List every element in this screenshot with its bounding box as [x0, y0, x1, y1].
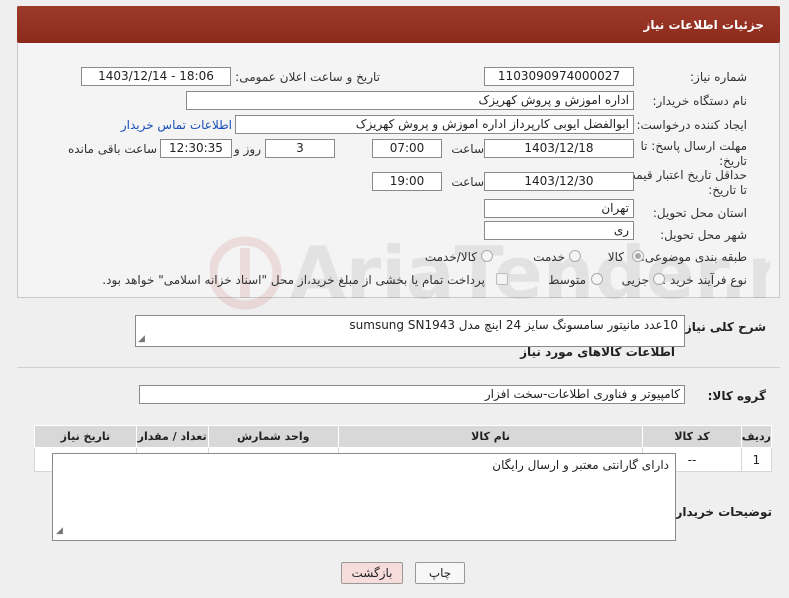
creator-label: ایجاد کننده درخواست:: [636, 118, 747, 132]
buyer-org-label: نام دستگاه خریدار:: [652, 94, 748, 108]
cell-row: 1: [740, 447, 773, 472]
need-number-label: شماره نیاز:: [690, 70, 747, 84]
city-field: ری: [484, 221, 634, 240]
reply-time-field: 07:00: [372, 139, 442, 158]
category-radio-goods[interactable]: [632, 250, 644, 262]
announce-date-field: 1403/12/14 - 18:06: [81, 67, 231, 86]
table-header-row: تاریخ نیاز تعداد / مقدار واحد شمارش نام …: [34, 425, 773, 448]
category-option-both: کالا/خدمت: [424, 250, 477, 264]
remaining-label: ساعت باقی مانده: [67, 142, 157, 156]
price-time-label: ساعت: [451, 175, 484, 189]
col-row: ردیف: [740, 425, 773, 448]
reply-time-label: ساعت: [451, 142, 484, 156]
col-quantity: تعداد / مقدار: [135, 425, 209, 448]
description-field: 10عدد مانیتور سامسونگ سایز 24 اینچ مدل s…: [135, 315, 685, 347]
process-option-medium: متوسط: [548, 273, 586, 287]
col-need-date: تاریخ نیاز: [34, 425, 137, 448]
process-label: نوع فرآیند خرید :: [662, 273, 747, 287]
back-button[interactable]: بازگشت: [341, 562, 403, 584]
resize-grip-icon[interactable]: ◢: [138, 334, 145, 344]
category-label: طبقه بندی موضوعی:: [640, 250, 747, 264]
province-field: تهران: [484, 199, 634, 218]
treasury-payment-checkbox[interactable]: [496, 273, 508, 285]
days-field: 3: [265, 139, 335, 158]
reply-date-field: 1403/12/18: [484, 139, 634, 158]
buyer-notes-label: توضیحات خریدار:: [670, 505, 772, 519]
days-label: روز و: [234, 142, 261, 156]
remaining-time-field: 12:30:35: [160, 139, 232, 158]
buyer-notes-field: دارای گارانتی معتبر و ارسال رایگان: [52, 453, 676, 541]
process-option-minor: جزیی: [621, 273, 649, 287]
resize-grip-icon[interactable]: ◢: [56, 526, 63, 536]
col-item-name: نام کالا: [337, 425, 644, 448]
city-label: شهر محل تحویل:: [660, 228, 747, 242]
reply-deadline-label: مهلت ارسال پاسخ: تا تاریخ:: [640, 139, 747, 168]
creator-field: ابوالفضل ایوبی کارپرداز اداره اموزش و پر…: [235, 115, 634, 134]
category-option-goods: کالا: [607, 250, 624, 264]
price-valid-label: حداقل تاریخ اعتبار قیمت: تا تاریخ:: [620, 168, 747, 197]
panel-header: جزئیات اطلاعات نیاز: [17, 6, 780, 43]
treasury-payment-note: پرداخت تمام یا بخشی از مبلغ خرید،از محل …: [102, 273, 485, 287]
price-time-field: 19:00: [372, 172, 442, 191]
need-number-field: 1103090974000027: [484, 67, 634, 86]
items-section-title: اطلاعات کالاهای مورد نیاز: [520, 345, 675, 359]
description-label: شرح کلی نیاز:: [680, 320, 766, 334]
buyer-org-field: اداره اموزش و پروش کهریزک: [186, 91, 634, 110]
section-divider: [17, 367, 780, 368]
process-radio-minor[interactable]: [653, 273, 665, 285]
goods-group-label: گروه کالا:: [707, 389, 766, 403]
price-date-field: 1403/12/30: [484, 172, 634, 191]
goods-group-field: کامپیوتر و فناوری اطلاعات-سخت افزار: [139, 385, 685, 404]
category-option-service: خدمت: [533, 250, 565, 264]
print-button[interactable]: چاپ: [415, 562, 465, 584]
process-radio-medium[interactable]: [591, 273, 603, 285]
col-item-code: کد کالا: [642, 425, 742, 448]
category-radio-service[interactable]: [569, 250, 581, 262]
province-label: استان محل تحویل:: [652, 206, 747, 220]
category-radio-both[interactable]: [481, 250, 493, 262]
col-unit: واحد شمارش: [207, 425, 339, 448]
announce-label: تاریخ و ساعت اعلان عمومی:: [235, 70, 380, 84]
page-title: جزئیات اطلاعات نیاز: [643, 18, 764, 32]
buyer-contact-link[interactable]: اطلاعات تماس خریدار: [121, 118, 232, 132]
